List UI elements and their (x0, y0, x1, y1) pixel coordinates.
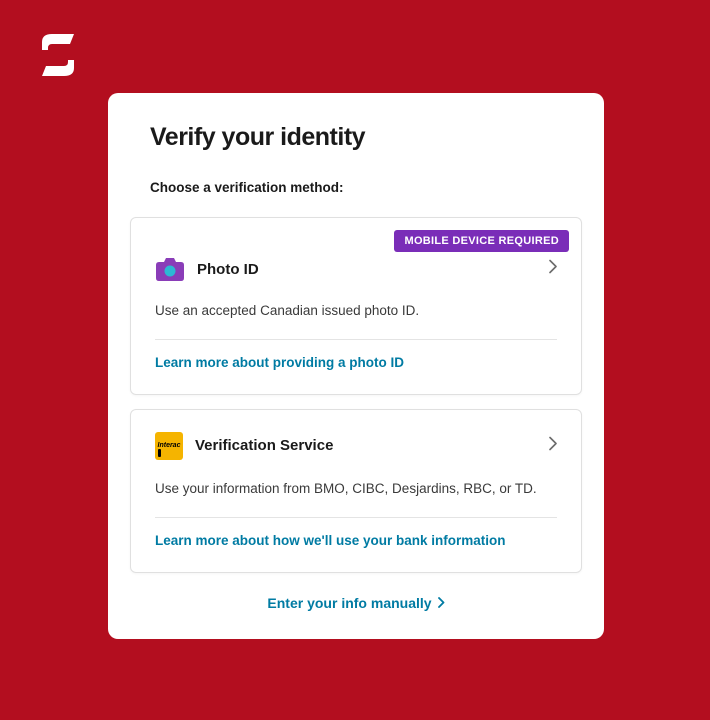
scotiabank-logo (36, 30, 80, 80)
option-verification-service[interactable]: Interac Verification Service Use your in… (130, 409, 582, 573)
camera-icon (155, 256, 185, 282)
chevron-right-icon (549, 436, 557, 455)
option-title: Verification Service (195, 437, 333, 454)
option-header: Photo ID (155, 256, 557, 282)
chevron-right-icon (438, 597, 445, 608)
enter-info-manually-link[interactable]: Enter your info manually (150, 595, 562, 611)
learn-more-photo-id-link[interactable]: Learn more about providing a photo ID (155, 355, 404, 370)
option-photo-id[interactable]: MOBILE DEVICE REQUIRED Photo ID Use an a… (130, 217, 582, 395)
manual-link-label: Enter your info manually (267, 595, 431, 611)
divider (155, 339, 557, 340)
divider (155, 517, 557, 518)
page-title: Verify your identity (150, 123, 562, 152)
option-header: Interac Verification Service (155, 432, 557, 460)
option-title: Photo ID (197, 261, 259, 278)
interac-icon: Interac (155, 432, 183, 460)
page-subtitle: Choose a verification method: (150, 180, 562, 195)
mobile-required-badge: MOBILE DEVICE REQUIRED (394, 230, 569, 252)
chevron-right-icon (549, 260, 557, 279)
learn-more-bank-info-link[interactable]: Learn more about how we'll use your bank… (155, 533, 506, 548)
option-description: Use an accepted Canadian issued photo ID… (155, 302, 557, 321)
option-description: Use your information from BMO, CIBC, Des… (155, 480, 557, 499)
verification-card: Verify your identity Choose a verificati… (108, 93, 604, 639)
